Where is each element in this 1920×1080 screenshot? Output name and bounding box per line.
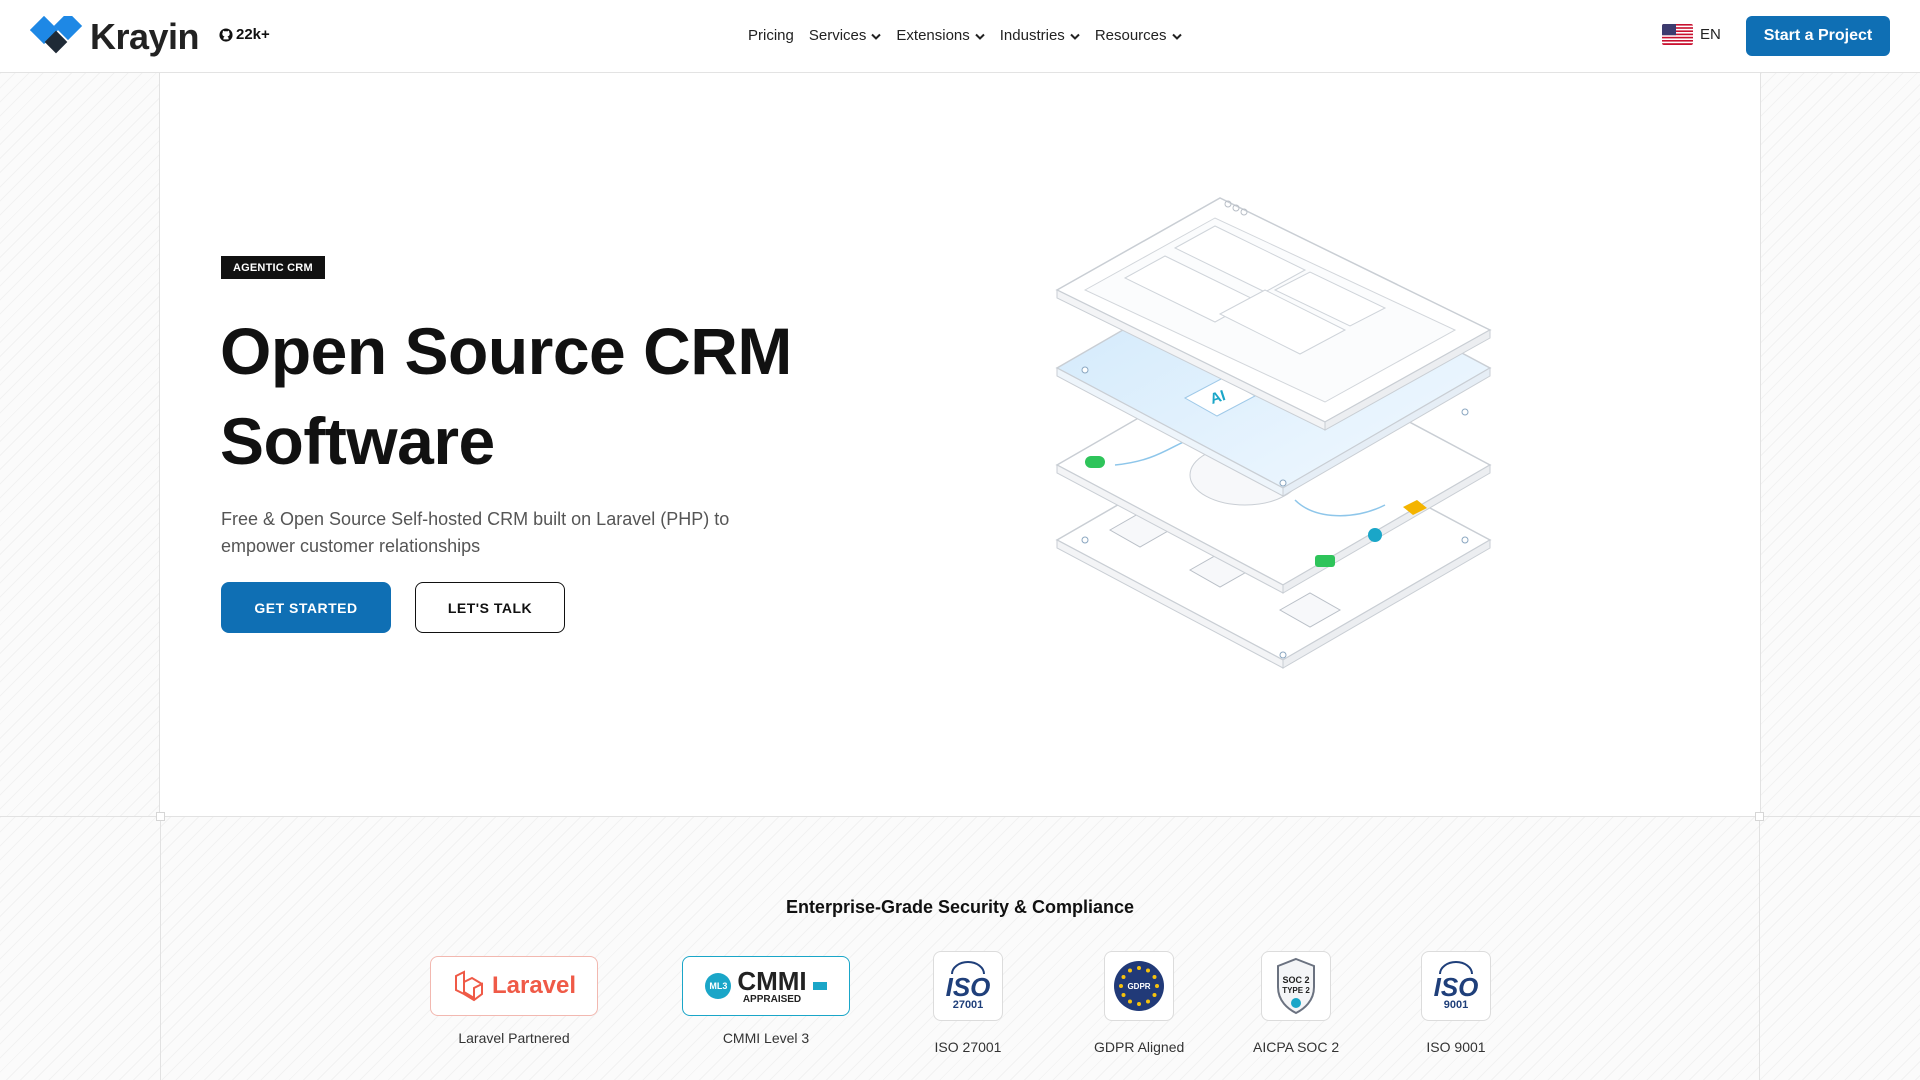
grid-corner [1755,812,1764,821]
chevron-down-icon [975,27,985,44]
title-line-1: Open Source CRM [220,314,792,388]
gdpr-eu-stars-icon: GDPR [1104,951,1175,1021]
start-project-button[interactable]: Start a Project [1746,16,1890,56]
nav-extensions[interactable]: Extensions [896,27,985,44]
hero-subtitle: Free & Open Source Self-hosted CRM built… [221,509,730,556]
grid-corner [156,812,165,821]
cmmi-logo: ML3 CMMI APPRAISED [682,956,850,1016]
cert-label: AICPA SOC 2 [1253,1039,1340,1055]
cert-iso-27001: ISO 27001 ISO 27001 [933,951,1003,1055]
nav-pricing[interactable]: Pricing [748,27,794,44]
iso-wordmark: ISO [1433,972,1479,1002]
compliance-title: Enterprise-Grade Security & Compliance [785,897,1135,917]
chevron-down-icon [1070,27,1080,44]
nav-label: Extensions [896,27,970,44]
iso-globe-icon: ISO 27001 [933,951,1003,1021]
ml3-badge: ML3 [705,973,732,999]
soc2-shield-icon: SOC 2 TYPE 2 [1261,951,1332,1021]
cmmi-wordmark: CMMI [737,965,807,996]
nav-label: Resources [1094,27,1167,44]
cert-label: CMMI Level 3 [722,1030,810,1046]
soc2-text: SOC 2 [1283,975,1310,985]
iso-wordmark: ISO [945,972,991,1002]
chevron-down-icon [1171,27,1182,44]
github-stars-link[interactable]: 22k+ [219,26,270,43]
cert-label: GDPR Aligned [1094,1039,1185,1055]
brand-name: Krayin [90,16,200,57]
laravel-wordmark: Laravel [491,972,577,999]
lets-talk-button[interactable]: LET'S TALK [415,582,565,633]
title-line-2: Software [220,404,495,478]
nav-label: Pricing [748,27,794,44]
cert-label: ISO 27001 [934,1039,1002,1055]
soc2-type: TYPE 2 [1282,986,1310,995]
chevron-down-icon [871,27,882,44]
cmmi-appraised: APPRAISED [742,993,802,1005]
page-title: Open Source CRM Software [220,306,860,486]
language-selector[interactable]: EN [1662,24,1721,45]
nav-industries[interactable]: Industries [1000,27,1080,44]
nav-label: Services [808,27,867,44]
us-flag-icon [1662,24,1693,45]
hero-side-left [0,73,160,816]
iso-number: 27001 [952,999,984,1011]
nav-label: Industries [999,27,1065,44]
cert-label: Laravel Partnered [458,1030,570,1046]
cert-label: ISO 9001 [1426,1039,1486,1055]
krayin-logo-mark-icon [29,11,86,58]
cert-iso-9001: ISO 9001 ISO 9001 [1421,951,1491,1055]
gdpr-text: GDPR [1128,982,1151,991]
cert-laravel: Laravel Laravel Partnered [430,956,598,1046]
nav-services[interactable]: Services [809,27,882,44]
agentic-crm-badge: AGENTIC CRM [221,256,325,279]
github-stars-count: 22k+ [236,26,270,43]
brand-logo[interactable]: Krayin [29,11,200,58]
github-icon [219,27,233,42]
nav-resources[interactable]: Resources [1095,27,1182,44]
language-code: EN [1700,26,1721,43]
laravel-mark-icon [454,970,483,1002]
cert-soc2: SOC 2 TYPE 2 AICPA SOC 2 [1253,951,1339,1055]
site-header: Krayin 22k+ Pricing Services Extensions … [0,0,1920,73]
cert-gdpr: GDPR GDPR Aligned [1094,951,1184,1055]
iso-number: 9001 [1443,999,1469,1011]
main-nav: Pricing Services Extensions Industries R… [748,27,1197,44]
hero-side-right [1760,73,1920,816]
laravel-logo: Laravel [430,956,598,1016]
cert-cmmi: ML3 CMMI APPRAISED CMMI Level 3 [682,956,850,1046]
iso-globe-icon: ISO 9001 [1421,951,1491,1021]
crm-layers-illustration: AI [1055,197,1492,669]
cmmi-tag-icon [812,982,827,990]
get-started-button[interactable]: GET STARTED [221,582,391,633]
